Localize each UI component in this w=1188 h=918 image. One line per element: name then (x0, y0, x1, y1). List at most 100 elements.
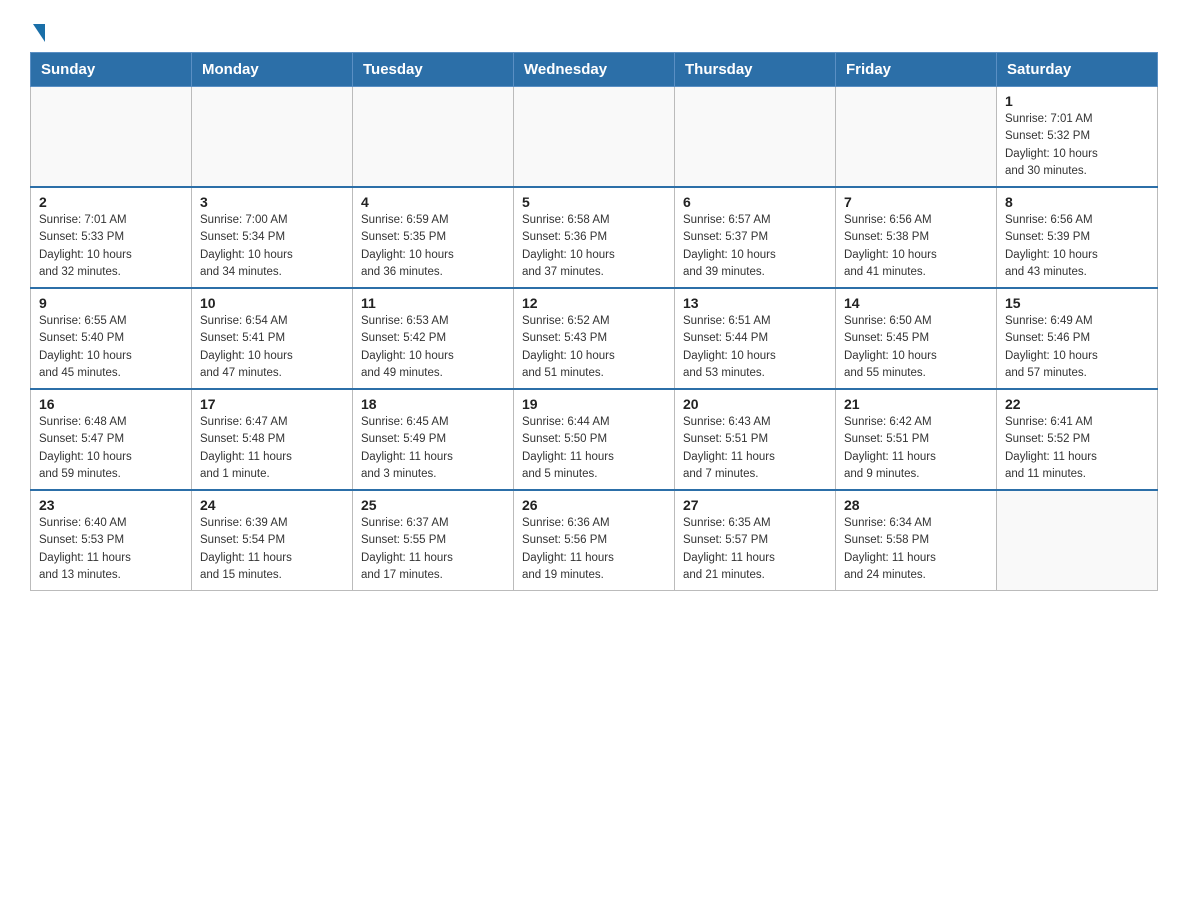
calendar-cell (192, 87, 353, 188)
calendar-cell (675, 87, 836, 188)
day-number: 24 (200, 497, 344, 513)
calendar-cell: 5Sunrise: 6:58 AM Sunset: 5:36 PM Daylig… (514, 187, 675, 288)
calendar-cell: 27 Sunrise: 6:35 AM Sunset: 5:57 PM Dayli… (675, 490, 836, 591)
weekday-header-thursday: Thursday (675, 53, 836, 87)
weekday-header-monday: Monday (192, 53, 353, 87)
day-number: 7 (844, 194, 988, 210)
day-info: Sunrise: 6:47 AM Sunset: 5:48 PM Dayligh… (200, 414, 344, 483)
day-info: Sunrise: 6:52 AM Sunset: 5:43 PM Dayligh… (522, 313, 666, 382)
day-number: 28 (844, 497, 988, 513)
calendar-cell: 22 Sunrise: 6:41 AM Sunset: 5:52 PM Dayli… (997, 389, 1158, 490)
weekday-header-row: SundayMondayTuesdayWednesdayThursdayFrid… (31, 53, 1158, 87)
day-number: 22 (1005, 396, 1149, 412)
weekday-header-tuesday: Tuesday (353, 53, 514, 87)
page-header (30, 20, 1158, 42)
day-number: 5 (522, 194, 666, 210)
day-info: Sunrise: 6:40 AM Sunset: 5:53 PM Dayligh… (39, 515, 183, 584)
day-number: 26 (522, 497, 666, 513)
day-number: 13 (683, 295, 827, 311)
calendar-cell (836, 87, 997, 188)
day-info: Sunrise: 6:48 AM Sunset: 5:47 PM Dayligh… (39, 414, 183, 483)
day-info: Sunrise: 6:37 AM Sunset: 5:55 PM Dayligh… (361, 515, 505, 584)
calendar-cell: 7 Sunrise: 6:56 AM Sunset: 5:38 PM Daylig… (836, 187, 997, 288)
weekday-header-saturday: Saturday (997, 53, 1158, 87)
calendar-week-row: 16 Sunrise: 6:48 AM Sunset: 5:47 PM Dayli… (31, 389, 1158, 490)
calendar-week-row: 23 Sunrise: 6:40 AM Sunset: 5:53 PM Dayli… (31, 490, 1158, 591)
day-number: 3 (200, 194, 344, 210)
calendar-cell: 25 Sunrise: 6:37 AM Sunset: 5:55 PM Dayli… (353, 490, 514, 591)
day-info: Sunrise: 6:43 AM Sunset: 5:51 PM Dayligh… (683, 414, 827, 483)
day-number: 9 (39, 295, 183, 311)
day-number: 4 (361, 194, 505, 210)
day-info: Sunrise: 6:54 AM Sunset: 5:41 PM Dayligh… (200, 313, 344, 382)
calendar-table: SundayMondayTuesdayWednesdayThursdayFrid… (30, 52, 1158, 591)
day-number: 23 (39, 497, 183, 513)
calendar-cell: 19 Sunrise: 6:44 AM Sunset: 5:50 PM Dayli… (514, 389, 675, 490)
day-number: 21 (844, 396, 988, 412)
day-info: Sunrise: 6:51 AM Sunset: 5:44 PM Dayligh… (683, 313, 827, 382)
day-number: 16 (39, 396, 183, 412)
calendar-cell: 28 Sunrise: 6:34 AM Sunset: 5:58 PM Dayli… (836, 490, 997, 591)
calendar-cell (514, 87, 675, 188)
day-info: Sunrise: 6:41 AM Sunset: 5:52 PM Dayligh… (1005, 414, 1149, 483)
day-number: 6 (683, 194, 827, 210)
day-info: Sunrise: 6:55 AM Sunset: 5:40 PM Dayligh… (39, 313, 183, 382)
day-number: 11 (361, 295, 505, 311)
calendar-cell: 1 Sunrise: 7:01 AM Sunset: 5:32 PM Daylig… (997, 87, 1158, 188)
day-number: 8 (1005, 194, 1149, 210)
calendar-cell: 18 Sunrise: 6:45 AM Sunset: 5:49 PM Dayli… (353, 389, 514, 490)
day-number: 1 (1005, 93, 1149, 109)
calendar-cell: 9 Sunrise: 6:55 AM Sunset: 5:40 PM Daylig… (31, 288, 192, 389)
day-number: 19 (522, 396, 666, 412)
day-number: 17 (200, 396, 344, 412)
calendar-cell: 12 Sunrise: 6:52 AM Sunset: 5:43 PM Dayli… (514, 288, 675, 389)
calendar-cell: 21 Sunrise: 6:42 AM Sunset: 5:51 PM Dayli… (836, 389, 997, 490)
day-info: Sunrise: 6:36 AM Sunset: 5:56 PM Dayligh… (522, 515, 666, 584)
day-number: 10 (200, 295, 344, 311)
calendar-cell: 20 Sunrise: 6:43 AM Sunset: 5:51 PM Dayli… (675, 389, 836, 490)
day-number: 20 (683, 396, 827, 412)
calendar-cell (353, 87, 514, 188)
calendar-cell: 24 Sunrise: 6:39 AM Sunset: 5:54 PM Dayli… (192, 490, 353, 591)
calendar-cell: 14 Sunrise: 6:50 AM Sunset: 5:45 PM Dayli… (836, 288, 997, 389)
calendar-cell: 13 Sunrise: 6:51 AM Sunset: 5:44 PM Dayli… (675, 288, 836, 389)
calendar-cell (997, 490, 1158, 591)
day-number: 25 (361, 497, 505, 513)
day-number: 2 (39, 194, 183, 210)
day-info: Sunrise: 6:44 AM Sunset: 5:50 PM Dayligh… (522, 414, 666, 483)
day-number: 18 (361, 396, 505, 412)
day-number: 27 (683, 497, 827, 513)
calendar-cell: 4 Sunrise: 6:59 AM Sunset: 5:35 PM Daylig… (353, 187, 514, 288)
day-info: Sunrise: 6:45 AM Sunset: 5:49 PM Dayligh… (361, 414, 505, 483)
weekday-header-friday: Friday (836, 53, 997, 87)
calendar-week-row: 9 Sunrise: 6:55 AM Sunset: 5:40 PM Daylig… (31, 288, 1158, 389)
calendar-week-row: 2 Sunrise: 7:01 AM Sunset: 5:33 PM Daylig… (31, 187, 1158, 288)
calendar-cell: 26 Sunrise: 6:36 AM Sunset: 5:56 PM Dayli… (514, 490, 675, 591)
calendar-cell: 6 Sunrise: 6:57 AM Sunset: 5:37 PM Daylig… (675, 187, 836, 288)
calendar-cell: 15Sunrise: 6:49 AM Sunset: 5:46 PM Dayli… (997, 288, 1158, 389)
day-info: Sunrise: 6:53 AM Sunset: 5:42 PM Dayligh… (361, 313, 505, 382)
day-info: Sunrise: 6:50 AM Sunset: 5:45 PM Dayligh… (844, 313, 988, 382)
day-info: Sunrise: 7:01 AM Sunset: 5:32 PM Dayligh… (1005, 111, 1149, 180)
day-number: 14 (844, 295, 988, 311)
day-info: Sunrise: 7:01 AM Sunset: 5:33 PM Dayligh… (39, 212, 183, 281)
day-info: Sunrise: 6:42 AM Sunset: 5:51 PM Dayligh… (844, 414, 988, 483)
weekday-header-wednesday: Wednesday (514, 53, 675, 87)
calendar-cell: 2 Sunrise: 7:01 AM Sunset: 5:33 PM Daylig… (31, 187, 192, 288)
calendar-cell: 3Sunrise: 7:00 AM Sunset: 5:34 PM Daylig… (192, 187, 353, 288)
calendar-cell: 23 Sunrise: 6:40 AM Sunset: 5:53 PM Dayli… (31, 490, 192, 591)
weekday-header-sunday: Sunday (31, 53, 192, 87)
day-number: 12 (522, 295, 666, 311)
day-info: Sunrise: 6:57 AM Sunset: 5:37 PM Dayligh… (683, 212, 827, 281)
calendar-week-row: 1 Sunrise: 7:01 AM Sunset: 5:32 PM Daylig… (31, 87, 1158, 188)
day-info: Sunrise: 6:56 AM Sunset: 5:38 PM Dayligh… (844, 212, 988, 281)
day-info: Sunrise: 6:35 AM Sunset: 5:57 PM Dayligh… (683, 515, 827, 584)
calendar-cell: 17 Sunrise: 6:47 AM Sunset: 5:48 PM Dayli… (192, 389, 353, 490)
day-info: Sunrise: 6:39 AM Sunset: 5:54 PM Dayligh… (200, 515, 344, 584)
day-number: 15 (1005, 295, 1149, 311)
day-info: Sunrise: 6:34 AM Sunset: 5:58 PM Dayligh… (844, 515, 988, 584)
logo-arrow-icon (33, 24, 45, 42)
logo (30, 20, 45, 42)
calendar-cell: 16 Sunrise: 6:48 AM Sunset: 5:47 PM Dayli… (31, 389, 192, 490)
day-info: Sunrise: 6:59 AM Sunset: 5:35 PM Dayligh… (361, 212, 505, 281)
